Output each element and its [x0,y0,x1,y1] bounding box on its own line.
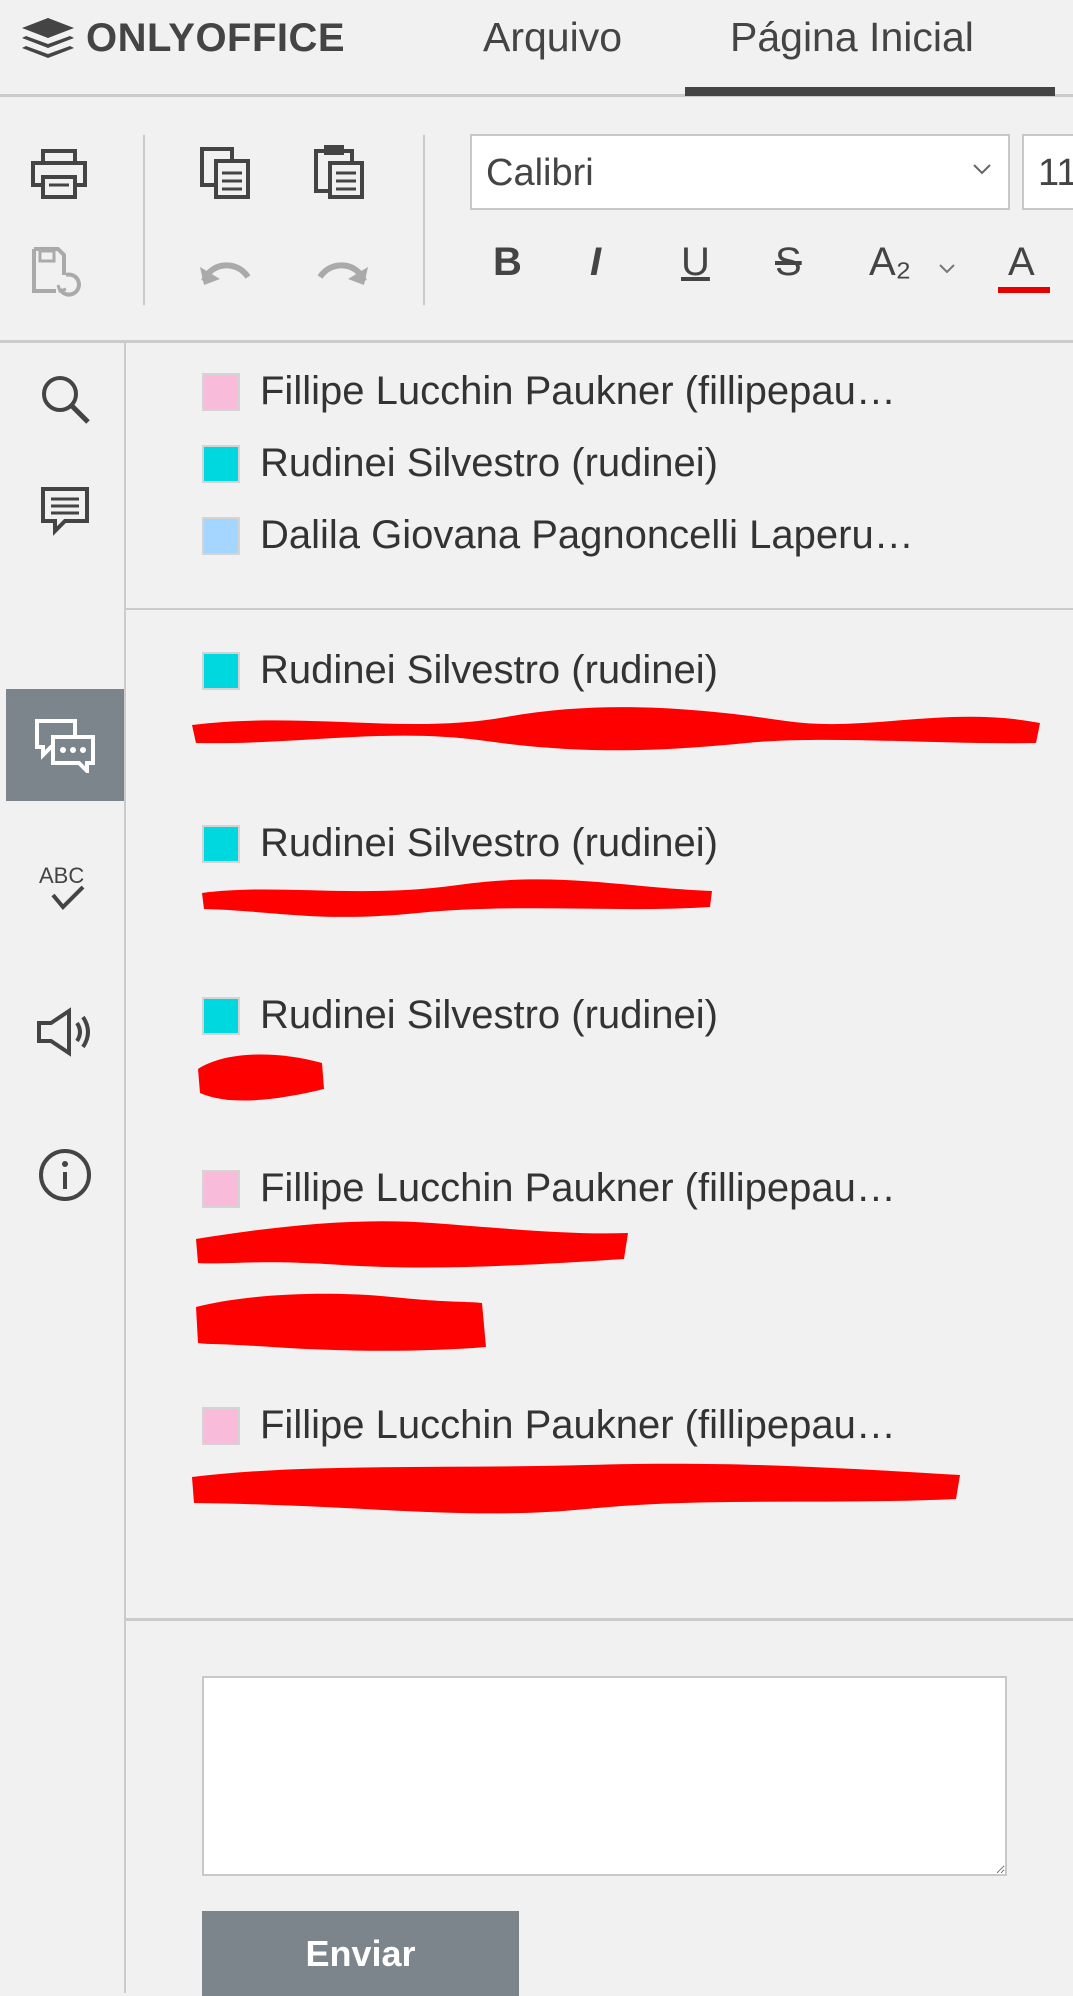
comments-button[interactable] [6,455,124,567]
redaction-mark [196,1221,628,1268]
chevron-down-icon[interactable] [938,263,956,275]
left-sidebar: ABC [0,343,126,1993]
user-list-item: Dalila Giovana Pagnoncelli Laperu… [202,513,914,558]
redaction-mark [192,1463,960,1514]
chat-message: Rudinei Silvestro (rudinei) [202,648,718,693]
tab-file[interactable]: Arquivo [483,14,622,61]
toolbar-separator [423,135,425,305]
font-size-select[interactable]: 11 [1022,134,1073,210]
app-header: ONLYOFFICE Arquivo Página Inicial [0,0,1073,97]
font-color-button[interactable]: A [1008,240,1035,285]
info-icon [39,1149,91,1201]
print-icon[interactable] [30,149,88,199]
user-color-swatch [202,996,240,1035]
bold-button[interactable]: B [493,240,522,285]
chat-message: Rudinei Silvestro (rudinei) [202,821,718,866]
user-list-item: Fillipe Lucchin Paukner (fillipepau… [202,369,896,414]
message-author: Fillipe Lucchin Paukner (fillipepau… [260,1403,896,1447]
font-size-value: 11 [1038,152,1073,194]
toolbar-separator [143,135,145,305]
font-color-swatch [998,287,1050,293]
chat-message: Rudinei Silvestro (rudinei) [202,993,718,1038]
underline-button[interactable]: U [681,240,710,285]
user-color-swatch [202,1169,240,1208]
redaction-mark [202,879,712,917]
chat-message: Fillipe Lucchin Paukner (fillipepau… [202,1403,896,1448]
message-author: Rudinei Silvestro (rudinei) [260,821,718,865]
logo: ONLYOFFICE [20,14,345,62]
font-family-select[interactable]: Calibri [470,134,1010,210]
user-list: Fillipe Lucchin Paukner (fillipepau… Rud… [126,343,1073,610]
user-list-item: Rudinei Silvestro (rudinei) [202,441,718,486]
svg-text:ABC: ABC [39,863,84,888]
comments-icon [41,487,89,536]
redaction-mark [198,1054,324,1101]
message-author: Rudinei Silvestro (rudinei) [260,648,718,692]
reply-area: Enviar [126,1618,1073,1996]
feedback-button[interactable] [6,976,124,1088]
user-color-swatch [202,824,240,863]
copy-icon[interactable] [198,145,254,201]
redo-icon[interactable] [314,255,368,289]
user-color-swatch [202,516,240,555]
onlyoffice-logo-icon [22,18,74,58]
toolbar: Calibri 11 B I U S A₂ A [0,97,1073,343]
chat-icon [35,719,95,773]
italic-button[interactable]: I [590,240,601,285]
user-name: Dalila Giovana Pagnoncelli Laperu… [260,513,914,557]
send-button[interactable]: Enviar [202,1911,519,1996]
feedback-icon [37,1007,90,1057]
strikethrough-button[interactable]: S [775,240,802,285]
spellcheck-button[interactable]: ABC [6,831,124,943]
redaction-mark [196,1293,486,1351]
user-name: Rudinei Silvestro (rudinei) [260,441,718,485]
undo-icon[interactable] [200,255,254,289]
chevron-down-icon [973,164,991,175]
tab-home[interactable]: Página Inicial [730,14,974,61]
search-icon [42,376,90,424]
message-author: Fillipe Lucchin Paukner (fillipepau… [260,1166,896,1210]
save-copy-icon[interactable] [30,245,88,297]
user-name: Fillipe Lucchin Paukner (fillipepau… [260,369,896,413]
message-input[interactable] [202,1676,1007,1876]
user-color-swatch [202,651,240,690]
active-tab-indicator [685,87,1055,96]
redaction-mark [192,707,1040,751]
chat-message: Fillipe Lucchin Paukner (fillipepau… [202,1166,896,1211]
user-color-swatch [202,1406,240,1445]
paste-icon[interactable] [312,143,368,201]
user-color-swatch [202,372,240,411]
message-author: Rudinei Silvestro (rudinei) [260,993,718,1037]
info-button[interactable] [6,1119,124,1231]
spellcheck-icon: ABC [39,863,85,910]
chat-panel: Fillipe Lucchin Paukner (fillipepau… Rud… [126,343,1073,1996]
font-family-value: Calibri [486,152,594,194]
search-button[interactable] [6,343,124,455]
chat-button[interactable] [6,689,124,801]
brand-name: ONLYOFFICE [86,15,346,60]
user-color-swatch [202,444,240,483]
subscript-button[interactable]: A₂ [869,240,911,285]
